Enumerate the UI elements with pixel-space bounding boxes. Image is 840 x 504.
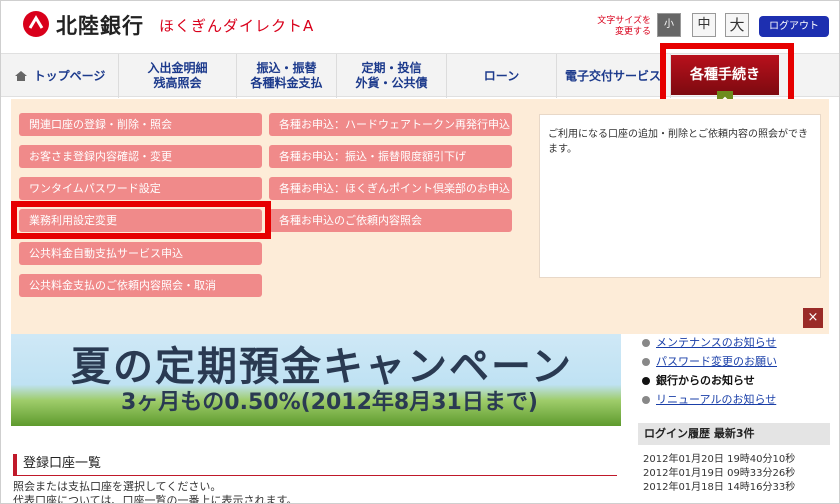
account-list-title: 登録口座一覧 [13, 454, 617, 476]
banner-subtitle: 3ヶ月もの0.50%(2012年8月31日まで) [121, 390, 538, 415]
close-dropdown-button[interactable]: × [803, 308, 823, 328]
nav-loan[interactable]: ローン [447, 54, 557, 98]
menu-item-utility-autopay[interactable]: 公共料金自動支払サービス申込 [19, 242, 262, 265]
bullet-icon [642, 358, 650, 366]
font-size-label: 文字サイズを変更する [597, 16, 651, 37]
bullet-icon [642, 396, 650, 404]
bank-logo-icon [23, 11, 49, 37]
menu-item-onetime-password[interactable]: ワンタイムパスワード設定 [19, 177, 262, 200]
nav-home[interactable]: トップページ [1, 54, 119, 98]
bullet-icon [642, 339, 650, 347]
menu-item-application-inquiry[interactable]: 各種お申込のご依頼内容照会 [269, 209, 512, 232]
notice-panel: メンテナンスのお知らせ パスワード変更のお願い 銀行からのお知らせ リニューアル… [638, 334, 831, 416]
bank-name: 北陸銀行 [56, 14, 144, 38]
menu-item-utility-inquiry[interactable]: 公共料金支払のご依頼内容照会・取消 [19, 274, 262, 297]
nav-statement[interactable]: 入出金明細 残高照会 [119, 54, 237, 98]
menu-item-related-accounts[interactable]: 関連口座の登録・削除・照会 [19, 113, 262, 136]
service-name: ほくぎんダイレクトA [159, 17, 315, 35]
notice-item[interactable]: リニューアルのお知らせ [638, 391, 776, 408]
login-history-row: 2012年01月20日 19時40分10秒 [643, 454, 796, 465]
login-history-row: 2012年01月18日 14時16分33秒 [643, 482, 796, 493]
nav-transfer[interactable]: 振込・振替 各種料金支払 [237, 54, 337, 98]
login-history-row: 2012年01月19日 09時33分26秒 [643, 468, 796, 479]
campaign-banner[interactable]: 夏の定期預金キャンペーン 3ヶ月もの0.50%(2012年8月31日まで) [11, 334, 621, 426]
notice-item[interactable]: 銀行からのお知らせ [638, 372, 755, 389]
menu-item-points-club[interactable]: 各種お申込：ほくぎんポイント倶楽部のお申込 [269, 177, 512, 200]
highlight-box-menu-item [11, 201, 271, 239]
menu-item-customer-info[interactable]: お客さま登録内容確認・変更 [19, 145, 262, 168]
nav-deposit[interactable]: 定期・投信 外貨・公共債 [337, 54, 447, 98]
browser-page: 北陸銀行 ほくぎんダイレクトA 文字サイズを変更する 小 中 大 ログアウト ト… [0, 0, 840, 504]
font-size-small-button[interactable]: 小 [657, 13, 681, 37]
login-history-title: ログイン履歴 最新3件 [638, 423, 830, 445]
home-icon [14, 70, 28, 82]
menu-item-limit-reduction[interactable]: 各種お申込：振込・振替限度額引下げ [269, 145, 512, 168]
bullet-icon [642, 377, 650, 385]
logout-button[interactable]: ログアウト [759, 16, 829, 37]
notice-item[interactable]: メンテナンスのお知らせ [638, 334, 777, 351]
menu-description: ご利用になる口座の追加・削除とご依頼内容の照会ができます。 [539, 114, 821, 278]
nav-home-label: トップページ [33, 68, 106, 83]
font-size-medium-button[interactable]: 中 [692, 13, 716, 37]
nav-e-delivery[interactable]: 電子交付サービス [557, 54, 671, 98]
menu-item-token-reissue[interactable]: 各種お申込：ハードウェアトークン再発行申込 [269, 113, 512, 136]
account-note: 代表口座については、口座一覧の一番上に表示されます。 [13, 494, 298, 504]
font-size-large-button[interactable]: 大 [725, 13, 749, 37]
notice-item[interactable]: パスワード変更のお願い [638, 353, 777, 370]
account-instruction: 照会または支払口座を選択してください。 [13, 480, 222, 493]
